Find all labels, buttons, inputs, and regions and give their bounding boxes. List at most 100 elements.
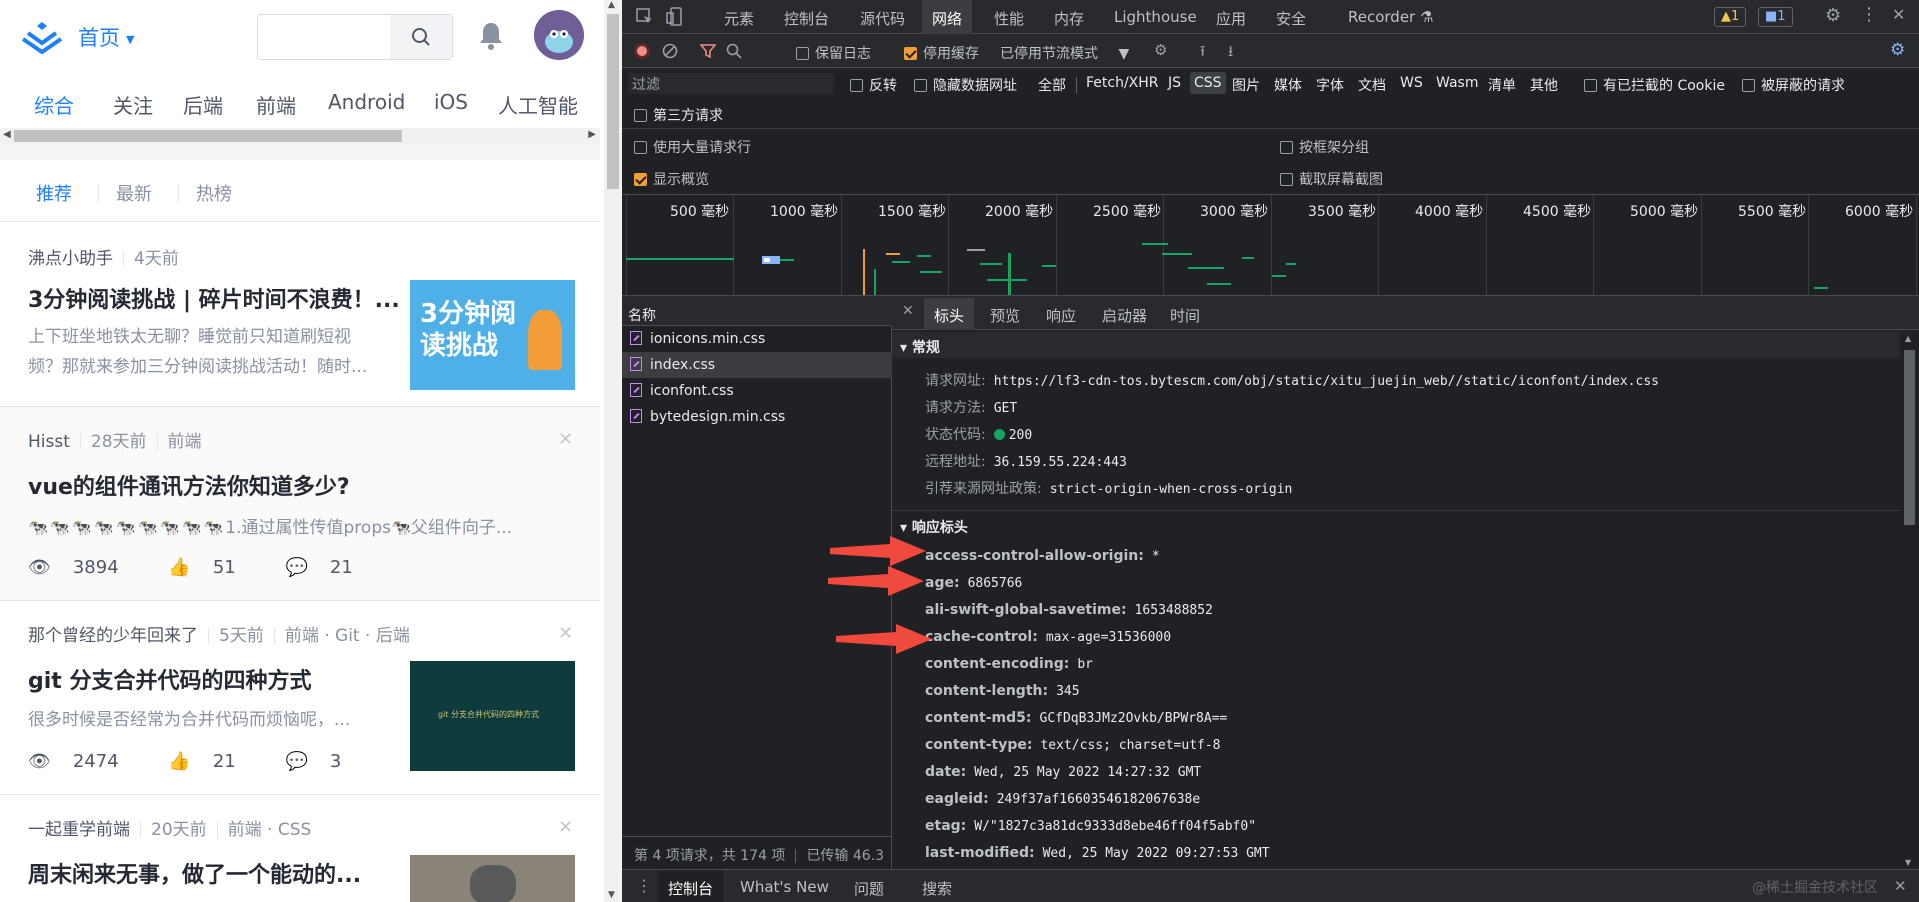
more-options-icon[interactable]: ⋮ <box>1860 4 1878 25</box>
import-har-icon[interactable]: ⭱ <box>1200 41 1205 66</box>
article-thumbnail[interactable]: git 分支合并代码的四种方式 <box>410 661 575 771</box>
tab-sources[interactable]: 源代码 <box>860 8 905 29</box>
article-item[interactable]: Hisst 28天前 前端 ✕ vue的组件通讯方法你知道多少? 🐄🐄🐄🐄🐄🐄🐄🐄🐄… <box>0 407 600 601</box>
scroll-up-icon[interactable]: ▲ <box>608 0 615 10</box>
article-thumbnail[interactable]: 3分钟阅读挑战 <box>410 280 575 390</box>
scroll-left-icon[interactable]: ◀ <box>3 129 11 140</box>
detail-scrollbar[interactable]: ▲ ▼ <box>1900 330 1919 869</box>
category-tab[interactable]: iOS <box>434 90 468 114</box>
scroll-thumb[interactable] <box>607 14 619 189</box>
tab-recommend[interactable]: 推荐 <box>36 180 72 206</box>
comments-stat[interactable]: 💬 3 <box>285 751 363 772</box>
page-vertical-scrollbar[interactable]: ▲ ▼ <box>604 0 622 902</box>
tab-initiator[interactable]: 启动器 <box>1102 305 1147 326</box>
article-title[interactable]: vue的组件通讯方法你知道多少? <box>28 469 568 501</box>
type-filter-manifest[interactable]: 清单 <box>1488 75 1516 95</box>
article-tags[interactable]: 前端 · Git · 后端 <box>285 626 410 646</box>
scroll-thumb[interactable] <box>1904 350 1915 525</box>
article-title[interactable]: 周末闲来无事，做了一个能动的... <box>28 857 398 889</box>
tab-recorder[interactable]: Recorder ⚗ <box>1348 8 1433 26</box>
search-button[interactable] <box>390 15 452 59</box>
close-icon[interactable]: ✕ <box>902 303 914 319</box>
category-tab[interactable]: 前端 <box>256 90 296 119</box>
drawer-tab-issues[interactable]: 问题 <box>854 878 884 899</box>
overview-timeline[interactable]: 500 毫秒 1000 毫秒 1500 毫秒 2000 毫秒 2500 毫秒 3… <box>622 195 1919 296</box>
type-filter-css[interactable]: CSS <box>1190 72 1226 94</box>
more-options-icon[interactable]: ⋮ <box>636 876 652 895</box>
type-filter-all[interactable]: 全部 <box>1038 75 1066 95</box>
drawer-tab-whats-new[interactable]: What's New <box>740 878 829 896</box>
bell-icon[interactable] <box>476 20 506 52</box>
type-filter-wasm[interactable]: Wasm <box>1436 75 1478 91</box>
request-row-selected[interactable]: index.css <box>622 352 892 378</box>
category-tab[interactable]: 人工智能 <box>498 90 578 119</box>
article-tags[interactable]: 前端 · CSS <box>228 820 312 840</box>
home-dropdown[interactable]: 首页 ▼ <box>78 22 134 52</box>
drawer-tab-console[interactable]: 控制台 <box>658 870 724 902</box>
request-row[interactable]: iconfont.css <box>622 378 892 404</box>
scroll-up-icon[interactable]: ▲ <box>1905 334 1911 343</box>
scroll-right-icon[interactable]: ▶ <box>588 129 596 140</box>
close-icon[interactable]: ✕ <box>558 817 573 838</box>
group-by-frame-checkbox[interactable]: 按框架分组 <box>1280 137 1369 157</box>
close-icon[interactable]: ✕ <box>1892 5 1905 24</box>
likes-stat[interactable]: 👍 51 <box>168 557 257 578</box>
type-filter-doc[interactable]: 文档 <box>1358 75 1386 95</box>
tab-elements[interactable]: 元素 <box>724 8 754 29</box>
article-title[interactable]: git 分支合并代码的四种方式 <box>28 663 398 695</box>
tab-response[interactable]: 响应 <box>1046 305 1076 326</box>
messages-badge[interactable]: ■1 <box>1758 7 1793 27</box>
throttle-select[interactable]: 已停用节流模式 ▼ <box>1000 43 1129 63</box>
tab-lighthouse[interactable]: Lighthouse <box>1114 8 1197 26</box>
type-filter-fetch[interactable]: Fetch/XHR <box>1086 75 1159 91</box>
scroll-thumb[interactable] <box>14 130 402 142</box>
likes-stat[interactable]: 👍 21 <box>168 751 257 772</box>
avatar[interactable] <box>534 10 584 60</box>
type-filter-font[interactable]: 字体 <box>1316 75 1344 95</box>
juejin-logo-icon[interactable] <box>22 20 62 54</box>
category-tab[interactable]: 后端 <box>183 90 223 119</box>
request-row[interactable]: ionicons.min.css <box>622 326 892 352</box>
type-filter-ws[interactable]: WS <box>1400 75 1423 91</box>
export-har-icon[interactable]: ⭳ <box>1228 41 1233 66</box>
drawer-tab-search[interactable]: 搜索 <box>922 878 952 899</box>
category-tab[interactable]: Android <box>328 90 405 114</box>
disable-cache-checkbox[interactable]: 停用缓存 <box>904 43 979 63</box>
gear-icon[interactable]: ⚙ <box>1825 5 1841 26</box>
tab-console[interactable]: 控制台 <box>784 8 829 29</box>
record-icon[interactable] <box>634 43 650 59</box>
type-filter-other[interactable]: 其他 <box>1530 75 1558 95</box>
scroll-down-icon[interactable]: ▼ <box>608 890 615 900</box>
response-headers-section-header[interactable]: ▾ 响应标头 <box>892 512 1900 538</box>
invert-checkbox[interactable]: 反转 <box>850 75 897 95</box>
show-overview-checkbox[interactable]: 显示概览 <box>634 169 709 189</box>
author-name[interactable]: Hisst <box>28 432 70 452</box>
close-icon[interactable]: ✕ <box>558 429 573 450</box>
third-party-checkbox[interactable]: 第三方请求 <box>634 105 723 125</box>
article-thumbnail[interactable] <box>410 855 575 902</box>
tab-hot[interactable]: 热榜 <box>196 180 232 206</box>
horizontal-scrollbar[interactable]: ◀ ▶ <box>0 128 600 144</box>
search-box[interactable] <box>257 14 453 60</box>
article-tags[interactable]: 前端 <box>168 432 202 452</box>
type-filter-img[interactable]: 图片 <box>1232 75 1260 95</box>
scroll-down-icon[interactable]: ▼ <box>1905 858 1911 867</box>
type-filter-js[interactable]: JS <box>1168 75 1181 91</box>
tab-network[interactable]: 网络 <box>922 0 973 34</box>
filter-input[interactable]: 过滤 <box>628 73 834 94</box>
network-conditions-icon[interactable]: ⚙ <box>1154 41 1167 59</box>
capture-screenshots-checkbox[interactable]: 截取屏幕截图 <box>1280 169 1383 189</box>
tab-security[interactable]: 安全 <box>1276 8 1306 29</box>
tab-timing[interactable]: 时间 <box>1170 305 1200 326</box>
author-name[interactable]: 一起重学前端 <box>28 820 130 840</box>
comments-stat[interactable]: 💬 21 <box>285 557 374 578</box>
preserve-log-checkbox[interactable]: 保留日志 <box>796 43 871 63</box>
article-item[interactable]: 一起重学前端 20天前 前端 · CSS ✕ 周末闲来无事，做了一个能动的... <box>0 795 600 902</box>
name-column-header[interactable]: 名称 <box>622 296 892 326</box>
blocked-requests-checkbox[interactable]: 被屏蔽的请求 <box>1742 75 1845 95</box>
filter-icon[interactable] <box>700 43 716 59</box>
type-filter-media[interactable]: 媒体 <box>1274 75 1302 95</box>
article-item[interactable]: 沸点小助手 4天前 3分钟阅读挑战 | 碎片时间不浪费！... 上下班坐地铁太无聊… <box>0 222 600 407</box>
article-title[interactable]: 3分钟阅读挑战 | 碎片时间不浪费！... <box>28 282 398 314</box>
tab-memory[interactable]: 内存 <box>1054 8 1084 29</box>
